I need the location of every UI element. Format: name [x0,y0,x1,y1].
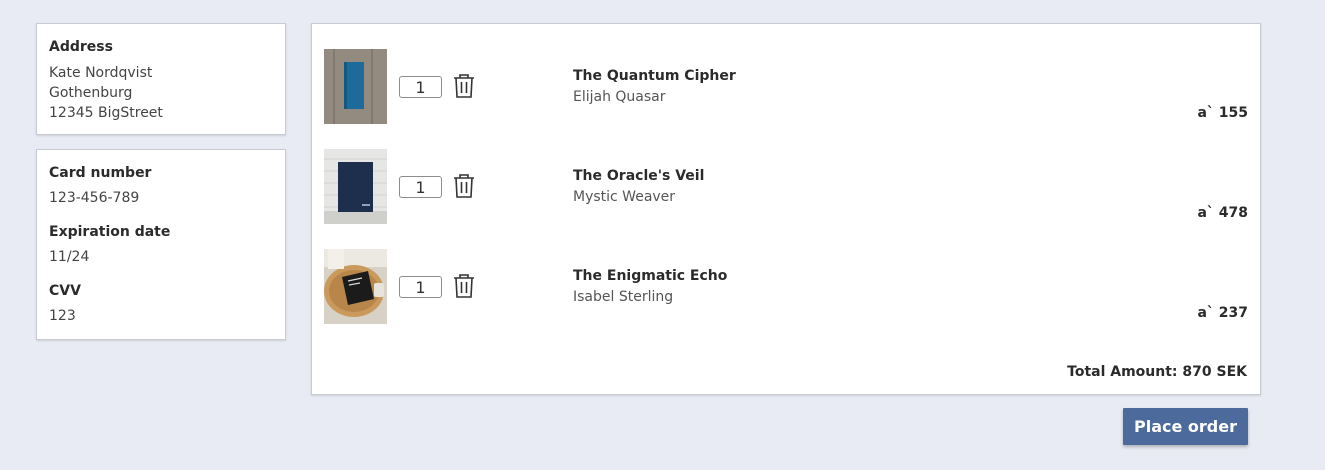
book-price: a` 478 [1197,205,1248,221]
cart-card: The Quantum Cipher Elijah Quasar a` 155 [311,23,1261,395]
book-price: a` 155 [1197,105,1248,121]
book-thumbnail [324,49,387,124]
cvv-value: 123 [49,308,76,324]
cvv-label: CVV [49,283,81,299]
trash-icon[interactable] [452,173,476,199]
book-author: Elijah Quasar [573,89,666,105]
book-title: The Oracle's Veil [573,168,705,184]
card-number-label: Card number [49,165,152,181]
card-number-value: 123-456-789 [49,190,140,206]
address-heading: Address [49,39,113,55]
book-price: a` 237 [1197,305,1248,321]
quantity-input[interactable] [399,176,442,198]
book-author: Isabel Sterling [573,289,674,305]
book-author: Mystic Weaver [573,189,676,205]
expiration-value: 11/24 [49,249,90,265]
address-name: Kate Nordqvist [49,65,153,81]
payment-card: Card number 123-456-789 Expiration date … [36,149,286,340]
book-title: The Quantum Cipher [573,68,736,84]
quantity-input[interactable] [399,276,442,298]
trash-icon[interactable] [452,73,476,99]
trash-icon[interactable] [452,273,476,299]
address-street: 12345 BigStreet [49,105,163,121]
book-title: The Enigmatic Echo [573,268,728,284]
cart-item: The Oracle's Veil Mystic Weaver a` 478 [324,149,1248,225]
quantity-input[interactable] [399,76,442,98]
book-thumbnail [324,249,387,324]
total-amount: Total Amount: 870 SEK [1067,364,1247,380]
address-card: Address Kate Nordqvist Gothenburg 12345 … [36,23,286,135]
cart-item: The Quantum Cipher Elijah Quasar a` 155 [324,49,1248,125]
expiration-label: Expiration date [49,224,171,240]
cart-item: The Enigmatic Echo Isabel Sterling a` 23… [324,249,1248,325]
address-city: Gothenburg [49,85,133,101]
book-thumbnail [324,149,387,224]
place-order-button[interactable]: Place order [1123,408,1248,445]
